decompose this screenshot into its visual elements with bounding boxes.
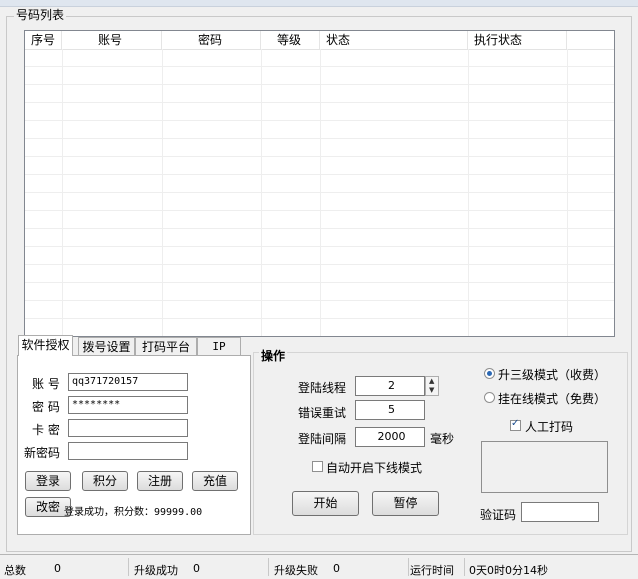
column-header-account[interactable]: 账号: [62, 31, 162, 49]
captcha-input[interactable]: [521, 502, 599, 522]
column-gridline: [261, 49, 262, 336]
upgrade-fail-label: 升级失败: [274, 564, 318, 577]
manual-captcha-checkbox[interactable]: ✓: [510, 418, 521, 431]
column-header-status[interactable]: 状态: [320, 31, 468, 49]
auto-offline-checkbox[interactable]: [312, 461, 323, 472]
login-threads-label: 登陆线程: [298, 381, 347, 395]
column-header-extra[interactable]: [567, 31, 614, 49]
tab-software-auth[interactable]: 软件授权: [18, 335, 73, 356]
interval-unit-label: 毫秒: [430, 432, 455, 446]
total-label: 总数: [4, 564, 26, 577]
column-gridline: [468, 49, 469, 336]
tab-ip[interactable]: IP: [197, 337, 241, 355]
error-retry-input[interactable]: 5: [355, 400, 425, 420]
window-top-edge: [0, 0, 638, 7]
login-threads-input[interactable]: 2: [355, 376, 425, 396]
threads-spinner[interactable]: ▲ ▼: [425, 376, 439, 396]
mode-paid-label: 升三级模式（收费）: [498, 368, 607, 382]
manual-captcha-label: 人工打码: [525, 420, 574, 434]
auto-offline-label: 自动开启下线模式: [326, 461, 423, 475]
new-password-input[interactable]: [68, 442, 188, 460]
card-key-input[interactable]: [68, 419, 188, 437]
mode-free-label: 挂在线模式（免费）: [498, 392, 607, 406]
upgrade-success-value: 0: [193, 562, 200, 575]
spin-up-icon[interactable]: ▲: [429, 378, 434, 385]
mode-free-radio[interactable]: [484, 392, 495, 403]
account-label: 账 号: [32, 377, 60, 391]
status-separator: [408, 558, 409, 576]
captcha-label: 验证码: [480, 508, 517, 522]
login-interval-input[interactable]: 2000: [355, 427, 425, 447]
error-retry-label: 错误重试: [298, 406, 347, 420]
total-value: 0: [54, 562, 61, 575]
login-interval-label: 登陆间隔: [298, 432, 347, 446]
tab-captcha-platform[interactable]: 打码平台: [135, 337, 197, 355]
spin-down-icon[interactable]: ▼: [429, 387, 434, 394]
start-button[interactable]: 开始: [292, 491, 359, 516]
new-password-label: 新密码: [24, 446, 61, 460]
register-button[interactable]: 注册: [137, 471, 183, 491]
column-header-exec-status[interactable]: 执行状态: [468, 31, 567, 49]
mode-paid-radio[interactable]: [484, 368, 495, 379]
column-gridline: [567, 49, 568, 336]
column-header-index[interactable]: 序号: [25, 31, 62, 49]
points-button[interactable]: 积分: [82, 471, 128, 491]
password-label: 密 码: [32, 400, 60, 414]
upgrade-success-label: 升级成功: [134, 564, 178, 577]
auth-status-text: 登录成功，积分数：99999.00: [64, 507, 203, 518]
pause-button[interactable]: 暂停: [372, 491, 439, 516]
column-gridline: [320, 49, 321, 336]
column-gridline: [162, 49, 163, 336]
status-separator: [128, 558, 129, 576]
recharge-button[interactable]: 充值: [192, 471, 238, 491]
column-header-password[interactable]: 密码: [162, 31, 261, 49]
runtime-label: 运行时间: [410, 564, 454, 577]
status-bar: 总数 0 升级成功 0 升级失败 0 运行时间 0天0时0分14秒: [0, 554, 638, 579]
table-header: 序号 账号 密码 等级 状态 执行状态: [25, 31, 614, 50]
tab-dial-settings[interactable]: 拨号设置: [78, 337, 135, 355]
account-input[interactable]: qq371720157: [68, 373, 188, 391]
radio-selected-dot: [487, 371, 492, 376]
check-mark-icon: ✓: [511, 418, 520, 429]
column-header-level[interactable]: 等级: [261, 31, 320, 49]
captcha-image-box: [481, 441, 608, 493]
password-input[interactable]: ********: [68, 396, 188, 414]
card-key-label: 卡 密: [32, 423, 60, 437]
status-separator: [268, 558, 269, 576]
operation-title: 操作: [259, 347, 288, 364]
upgrade-fail-value: 0: [333, 562, 340, 575]
runtime-value: 0天0时0分14秒: [469, 564, 548, 577]
account-list-title: 号码列表: [14, 8, 67, 22]
column-gridline: [62, 49, 63, 336]
account-table[interactable]: 序号 账号 密码 等级 状态 执行状态: [24, 30, 615, 337]
login-button[interactable]: 登录: [25, 471, 71, 491]
status-separator: [464, 558, 465, 576]
